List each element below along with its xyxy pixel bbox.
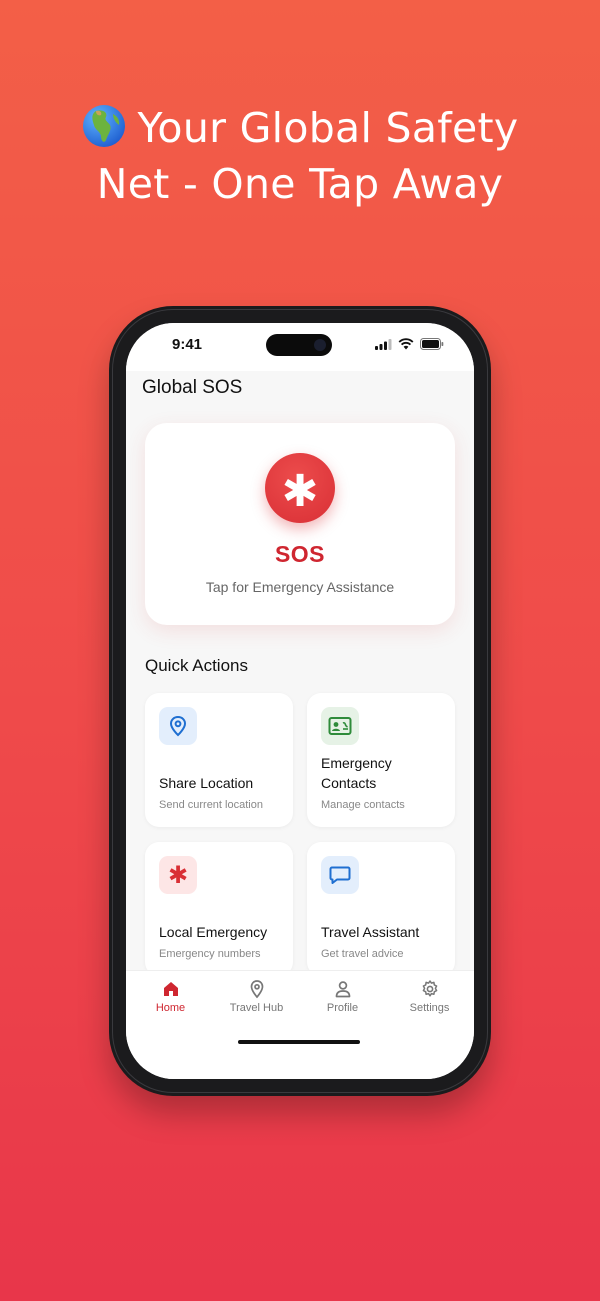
tile-subtitle: Emergency numbers xyxy=(159,948,261,960)
tab-label: Profile xyxy=(326,1002,359,1014)
globe-icon xyxy=(82,105,125,147)
asterisk-icon: ✱ xyxy=(281,466,319,517)
contact-card-icon xyxy=(321,707,359,745)
cellular-signal-icon xyxy=(375,338,392,350)
home-icon xyxy=(163,982,178,996)
tab-settings[interactable]: Settings xyxy=(386,979,473,1014)
battery-icon xyxy=(420,338,444,350)
tile-title: Share Location xyxy=(159,775,254,791)
tab-bar: Home Travel Hub Profile Settings xyxy=(126,970,474,1079)
tab-profile[interactable]: Profile xyxy=(299,979,386,1014)
tab-travel-hub[interactable]: Travel Hub xyxy=(213,979,300,1014)
tile-subtitle: Manage contacts xyxy=(321,799,405,811)
promo-headline: Your Global Safety Net - One Tap Away xyxy=(0,100,600,212)
headline-line-1: Your Global Safety xyxy=(0,100,600,156)
home-indicator[interactable] xyxy=(238,1040,360,1044)
emergency-contacts-tile[interactable]: Emergency Contacts Manage contacts xyxy=(307,693,455,827)
tab-home[interactable]: Home xyxy=(127,979,214,1014)
gear-icon xyxy=(422,980,437,997)
wifi-icon xyxy=(398,338,414,350)
travel-assistant-tile[interactable]: Travel Assistant Get travel advice xyxy=(307,842,455,976)
sos-label: SOS xyxy=(274,541,326,567)
tile-subtitle: Get travel advice xyxy=(321,948,404,960)
tab-label: Travel Hub xyxy=(229,1002,284,1014)
share-location-tile[interactable]: Share Location Send current location xyxy=(145,693,293,827)
location-pin-icon xyxy=(250,980,263,999)
tile-title: Emergency Contacts xyxy=(321,755,392,791)
location-pin-icon xyxy=(159,707,197,745)
phone-frame: 9:41 Global SOS ✱ SOS Tap for Emergency … xyxy=(109,306,491,1096)
tile-title: Local Emergency xyxy=(159,924,268,940)
tile-subtitle: Send current location xyxy=(159,799,263,811)
headline-line-2: Net - One Tap Away xyxy=(96,160,504,208)
app-title: Global SOS xyxy=(142,377,243,398)
status-bar: 9:41 xyxy=(126,323,474,371)
quick-actions-heading: Quick Actions xyxy=(145,656,248,675)
tab-label: Settings xyxy=(409,1002,450,1014)
tile-title: Travel Assistant xyxy=(321,924,420,940)
dynamic-island xyxy=(266,334,332,356)
chat-bubble-icon xyxy=(321,856,359,894)
person-icon xyxy=(335,981,350,998)
tab-label: Home xyxy=(155,1002,186,1014)
local-emergency-tile[interactable]: ✱ Local Emergency Emergency numbers xyxy=(145,842,293,976)
sos-button[interactable]: ✱ xyxy=(265,453,335,523)
phone-screen: 9:41 Global SOS ✱ SOS Tap for Emergency … xyxy=(126,323,474,1079)
sos-card[interactable]: ✱ SOS Tap for Emergency Assistance xyxy=(145,423,455,625)
status-time: 9:41 xyxy=(172,336,203,353)
asterisk-icon: ✱ xyxy=(159,856,197,894)
sos-subtitle: Tap for Emergency Assistance xyxy=(205,579,395,595)
